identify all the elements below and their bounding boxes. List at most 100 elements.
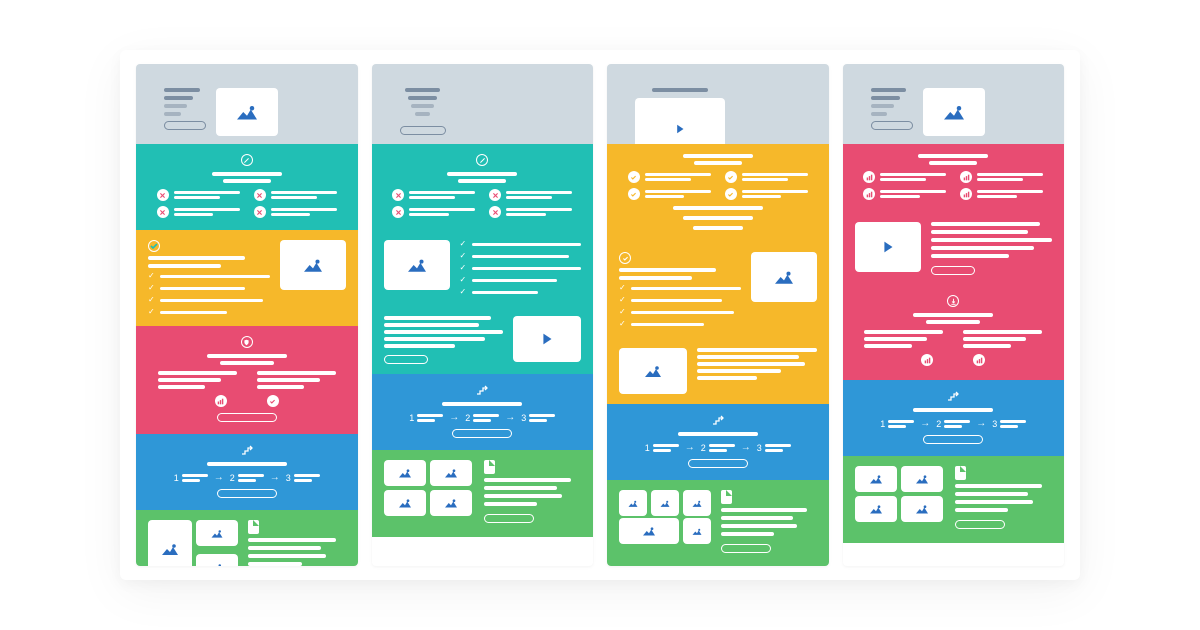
x-icon [254, 189, 266, 201]
steps-cta-button[interactable] [452, 429, 512, 438]
media-cta-button[interactable] [384, 355, 428, 364]
step-2: 2 [465, 413, 499, 423]
check-icon [148, 296, 156, 304]
layout-variant-2: 1 → 2 → 3 [372, 64, 594, 566]
hero-cta-button[interactable] [871, 121, 913, 130]
steps-section: 1 → 2 → 3 [136, 434, 358, 510]
arrow-right-icon: → [685, 442, 695, 453]
layout-variant-4: 1 → 2 → 3 [843, 64, 1065, 566]
check-circle-icon [628, 188, 640, 200]
image-icon [868, 503, 884, 515]
video-placeholder[interactable] [855, 222, 921, 272]
step-1: 1 [174, 473, 208, 483]
proof-gallery [148, 520, 238, 566]
video-placeholder[interactable] [513, 316, 581, 362]
hero-section [607, 64, 829, 144]
check-circle-icon [267, 395, 279, 407]
image-icon [642, 363, 664, 379]
check-circle-icon [725, 171, 737, 183]
step-3: 3 [757, 443, 791, 453]
document-icon [248, 520, 259, 534]
image-icon [691, 527, 703, 536]
media-row-section [372, 306, 594, 374]
benefits-section [136, 230, 358, 326]
check-circle-icon [619, 252, 631, 264]
social-proof-section [136, 510, 358, 566]
x-icon [392, 189, 404, 201]
shield-icon [241, 336, 253, 348]
proof-cta-button[interactable] [955, 520, 1005, 529]
image-placeholder [683, 518, 711, 544]
play-icon [879, 238, 897, 256]
image-placeholder [148, 520, 192, 566]
benefits-cta-button[interactable] [931, 266, 975, 275]
social-proof-section [372, 450, 594, 537]
arrow-right-icon: → [920, 418, 930, 429]
image-icon [691, 499, 703, 508]
download-icon [947, 295, 959, 307]
problem-section [607, 144, 829, 242]
document-icon [721, 490, 732, 504]
play-icon [538, 330, 556, 348]
image-placeholder [384, 460, 426, 486]
image-icon [868, 473, 884, 485]
x-icon [489, 189, 501, 201]
step-1: 1 [880, 419, 914, 429]
document-icon [955, 466, 966, 480]
benefits-image-placeholder [384, 240, 450, 290]
steps-cta-button[interactable] [923, 435, 983, 444]
step-1: 1 [409, 413, 443, 423]
no-entry-icon [476, 154, 488, 166]
steps-icon [476, 384, 488, 396]
play-icon [673, 122, 687, 136]
image-placeholder [619, 490, 647, 516]
proof-gallery [384, 460, 474, 516]
proof-cta-button[interactable] [721, 544, 771, 553]
x-icon [489, 206, 501, 218]
image-icon [914, 473, 930, 485]
image-icon [627, 499, 639, 508]
steps-cta-button[interactable] [688, 459, 748, 468]
document-icon [484, 460, 495, 474]
hero-image-placeholder [923, 88, 985, 136]
problem-section [372, 144, 594, 230]
image-placeholder [901, 466, 943, 492]
hero-heading-placeholder [405, 88, 440, 116]
chart-icon [921, 354, 933, 366]
steps-cta-button[interactable] [217, 489, 277, 498]
proof-cta-button[interactable] [484, 514, 534, 523]
chart-icon [215, 395, 227, 407]
image-icon [210, 528, 224, 539]
chart-icon [863, 171, 875, 183]
social-proof-section [607, 480, 829, 566]
chart-icon [960, 188, 972, 200]
benefits-section [843, 212, 1065, 285]
media-text-placeholder [384, 316, 504, 364]
image-placeholder [901, 496, 943, 522]
steps-icon [947, 390, 959, 402]
social-proof-section [843, 456, 1065, 543]
check-icon [148, 272, 156, 280]
diff-cta-button[interactable] [217, 413, 277, 422]
no-entry-icon [241, 154, 253, 166]
arrow-right-icon: → [505, 412, 515, 423]
layout-variant-3: 1 → 2 → 3 [607, 64, 829, 566]
image-placeholder [619, 518, 679, 544]
image-placeholder [619, 348, 687, 394]
image-placeholder [384, 490, 426, 516]
step-2: 2 [230, 473, 264, 483]
steps-icon [712, 414, 724, 426]
check-icon [619, 308, 627, 316]
hero-section [372, 64, 594, 144]
hero-cta-button[interactable] [400, 126, 446, 135]
benefits-section [607, 242, 829, 338]
image-icon [160, 541, 180, 557]
check-circle-icon [628, 171, 640, 183]
problem-section [136, 144, 358, 230]
wireframe-variants-stage: 1 → 2 → 3 [120, 50, 1080, 580]
x-icon [157, 206, 169, 218]
arrow-right-icon: → [976, 418, 986, 429]
check-circle-icon [725, 188, 737, 200]
check-icon [460, 252, 468, 260]
hero-cta-button[interactable] [164, 121, 206, 130]
